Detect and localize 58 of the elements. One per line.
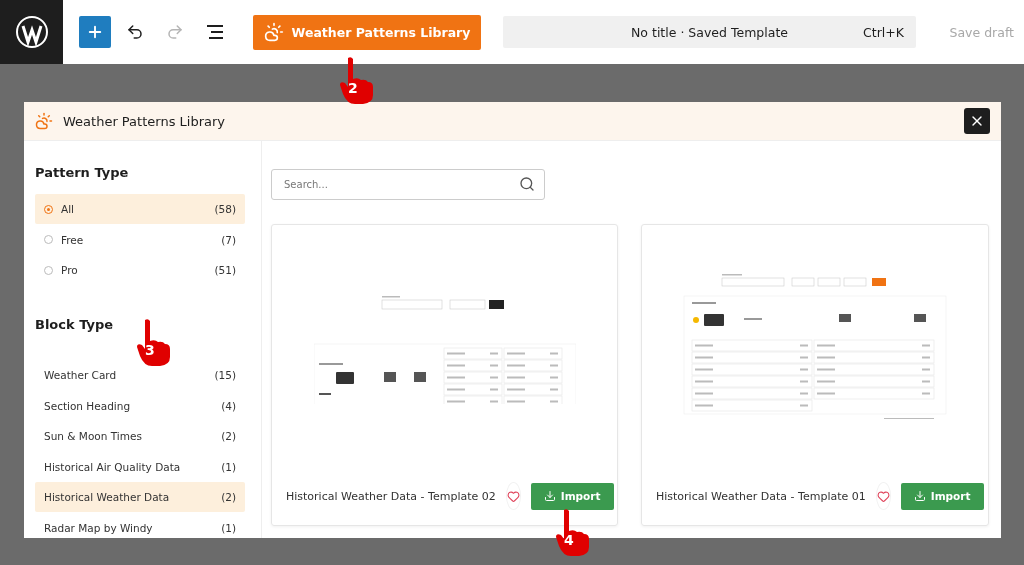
list-view-icon [205, 24, 225, 40]
heart-icon [876, 489, 890, 503]
step-number: 3 [145, 342, 155, 358]
block-type-option[interactable]: Sun & Moon Times (2) [35, 421, 245, 451]
heart-icon [506, 489, 520, 503]
download-icon [913, 490, 926, 502]
option-label: Free [61, 233, 85, 246]
option-label: Section Heading [44, 399, 132, 412]
close-button[interactable] [964, 108, 990, 134]
modal-title: Weather Patterns Library [63, 113, 225, 129]
block-type-option[interactable]: Historical Weather Data (2) [35, 482, 245, 512]
option-count: (15) [214, 369, 236, 381]
option-count: (1) [221, 460, 236, 473]
wordpress-logo[interactable] [0, 0, 63, 64]
filter-heading: Block Type [35, 317, 115, 332]
option-label: All [61, 203, 76, 215]
option-count: (1) [221, 521, 236, 534]
download-icon [543, 490, 556, 502]
block-type-option[interactable]: Weather Card (15) [35, 360, 245, 390]
block-type-option[interactable]: Radar Map by Windy (1) [35, 512, 245, 538]
option-count: (7) [221, 233, 236, 246]
redo-icon [166, 23, 184, 41]
search-field[interactable]: Search... [271, 169, 545, 200]
template-title: Historical Weather Data - Template 01 [656, 489, 866, 503]
option-count: (51) [214, 264, 236, 276]
cloud-sun-icon [263, 22, 284, 42]
option-label: Historical Air Quality Data [44, 460, 182, 473]
pattern-type-option[interactable]: All (58) [35, 194, 245, 224]
option-count: (58) [214, 203, 236, 215]
import-button[interactable]: Import [900, 482, 984, 510]
step-number: 2 [348, 80, 358, 96]
option-label: Pro [61, 264, 79, 276]
option-label: Sun & Moon Times [44, 430, 143, 442]
undo-icon [126, 23, 144, 41]
option-label: Weather Card [44, 369, 118, 381]
cloud-sun-icon [35, 112, 53, 130]
import-button[interactable]: Import [530, 482, 614, 510]
option-count: (4) [221, 399, 236, 412]
pattern-type-option[interactable]: Pro (51) [35, 255, 245, 285]
block-type-option[interactable]: Historical Air Quality Data (1) [35, 451, 245, 482]
add-block-button[interactable] [79, 16, 111, 48]
option-count: (2) [221, 491, 236, 503]
shortcut-label: Ctrl+K [863, 24, 904, 40]
favorite-button[interactable] [505, 482, 521, 510]
option-count: (2) [221, 430, 236, 442]
search-icon [519, 176, 535, 192]
option-label: Radar Map by Windy [44, 521, 154, 534]
wordpress-logo-icon [14, 15, 49, 49]
command-bar[interactable]: No title · Saved Template Ctrl+K [503, 16, 916, 48]
plus-icon [86, 23, 104, 41]
document-title: No title · Saved Template [631, 24, 788, 40]
block-type-option[interactable]: Section Heading (4) [35, 390, 245, 421]
pattern-type-option[interactable]: Free (7) [35, 224, 245, 255]
step-number: 4 [564, 532, 574, 548]
template-title: Historical Weather Data - Template 02 [286, 489, 496, 503]
favorite-button[interactable] [875, 482, 891, 510]
option-label: Historical Weather Data [44, 491, 171, 503]
filter-heading: Pattern Type [35, 165, 130, 180]
